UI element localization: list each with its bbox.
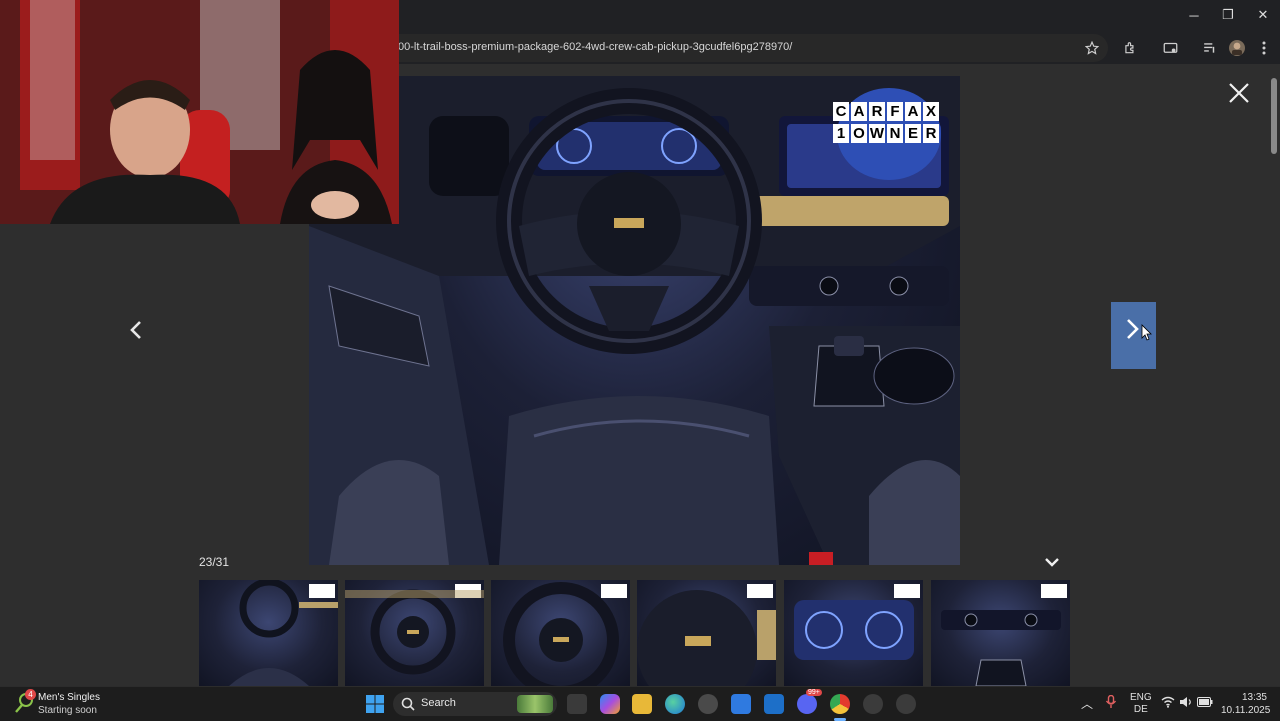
cast-icon[interactable]	[1159, 37, 1181, 59]
search-icon	[401, 697, 415, 711]
url-text[interactable]: 00-lt-trail-boss-premium-package-602-4wd…	[398, 41, 792, 53]
thumbnail-wheel-hub[interactable]	[637, 580, 776, 686]
thumbnail-interior-wide[interactable]	[199, 580, 338, 686]
search-label: Search	[421, 697, 456, 709]
scrollbar-thumb[interactable]	[1271, 78, 1277, 154]
media-controls-icon[interactable]	[1199, 37, 1221, 59]
next-photo-button[interactable]	[1111, 302, 1156, 369]
windows-logo-icon	[366, 695, 384, 713]
widget-badge: 4	[25, 689, 36, 700]
app-c-icon[interactable]	[863, 694, 883, 714]
carfax-letter: F	[887, 102, 903, 121]
webcam-scene	[0, 0, 399, 224]
widget-subtitle: Starting soon	[38, 705, 97, 716]
discord-badge: 99+	[806, 689, 822, 696]
microphone-icon[interactable]	[1105, 694, 1117, 712]
owner-letter: O	[851, 124, 867, 143]
carfax-letter: R	[869, 102, 885, 121]
previous-photo-button[interactable]	[122, 316, 150, 344]
start-button[interactable]	[365, 694, 385, 714]
maximize-button[interactable]: ❐	[1211, 0, 1245, 30]
thumbnail-steering-wheel-close[interactable]	[491, 580, 630, 686]
outlook-icon[interactable]	[764, 694, 784, 714]
owner-letter: N	[887, 124, 903, 143]
widget-title: Men's Singles	[38, 692, 100, 703]
carfax-letter: C	[833, 102, 849, 121]
one-owner-row: 1 O W N E R	[833, 124, 939, 143]
app-icon[interactable]	[698, 694, 718, 714]
volume-icon[interactable]	[1179, 696, 1193, 711]
owner-letter: R	[923, 124, 939, 143]
thumbnail-steering-wheel[interactable]	[345, 580, 484, 686]
language-indicator[interactable]: ENG DE	[1130, 692, 1152, 716]
profile-avatar-icon[interactable]	[1226, 37, 1248, 59]
carfax-letter: A	[851, 102, 867, 121]
page-scrollbar[interactable]	[1268, 64, 1280, 686]
chrome-browser-icon[interactable]	[830, 694, 850, 714]
owner-letter: W	[869, 124, 885, 143]
mouse-pointer-icon	[1141, 324, 1152, 341]
owner-letter: 1	[833, 124, 849, 143]
language-line1: ENG	[1130, 692, 1152, 703]
copilot-icon[interactable]	[600, 694, 620, 714]
main-vehicle-photo: C A R F A X 1 O W N E R	[309, 76, 960, 565]
sports-widget[interactable]: 4 Men's Singles Starting soon	[14, 689, 124, 718]
bookmark-star-icon[interactable]	[1081, 37, 1103, 59]
search-highlight-image	[517, 695, 553, 713]
carfax-letter: X	[923, 102, 939, 121]
toggle-thumbnails-button[interactable]	[1042, 552, 1062, 572]
obs-icon[interactable]	[896, 694, 916, 714]
carfax-letter: A	[905, 102, 921, 121]
show-hidden-icons-button[interactable]: ︿	[1081, 695, 1093, 712]
wifi-icon[interactable]	[1161, 696, 1175, 711]
thumbnail-center-console[interactable]	[931, 580, 1070, 686]
task-view-icon[interactable]	[567, 694, 587, 714]
carfax-logo-row: C A R F A X	[833, 102, 939, 121]
battery-icon[interactable]	[1197, 697, 1213, 710]
owner-letter: E	[905, 124, 921, 143]
webcam-overlay	[0, 0, 399, 224]
close-window-button[interactable]: ✕	[1246, 0, 1280, 30]
browser-menu-icon[interactable]	[1253, 37, 1275, 59]
microsoft-store-icon[interactable]	[731, 694, 751, 714]
close-icon	[1229, 83, 1249, 103]
language-line2: DE	[1133, 704, 1148, 715]
photo-counter: 23/31	[199, 555, 230, 569]
clock-date: 10.11.2025	[1221, 705, 1271, 716]
windows-taskbar: 4 Men's Singles Starting soon Search 99+…	[0, 686, 1280, 721]
chevron-down-icon	[1045, 558, 1059, 567]
address-bar[interactable]: 00-lt-trail-boss-premium-package-602-4wd…	[380, 34, 1108, 62]
chevron-left-icon	[130, 321, 141, 339]
discord-icon[interactable]: 99+	[797, 689, 822, 714]
clock-time: 13:35	[1241, 692, 1267, 703]
taskbar-search-box[interactable]: Search	[393, 692, 557, 716]
extensions-icon[interactable]	[1119, 37, 1141, 59]
thumbnail-instrument-cluster[interactable]	[784, 580, 923, 686]
clock[interactable]: 13:35 10.11.2025	[1221, 691, 1271, 717]
carfax-one-owner-badge: C A R F A X 1 O W N E R	[829, 88, 949, 180]
file-explorer-icon[interactable]	[632, 694, 652, 714]
minimize-button[interactable]: ─	[1177, 0, 1211, 30]
close-lightbox-button[interactable]	[1224, 78, 1254, 108]
edge-browser-icon[interactable]	[665, 694, 685, 714]
